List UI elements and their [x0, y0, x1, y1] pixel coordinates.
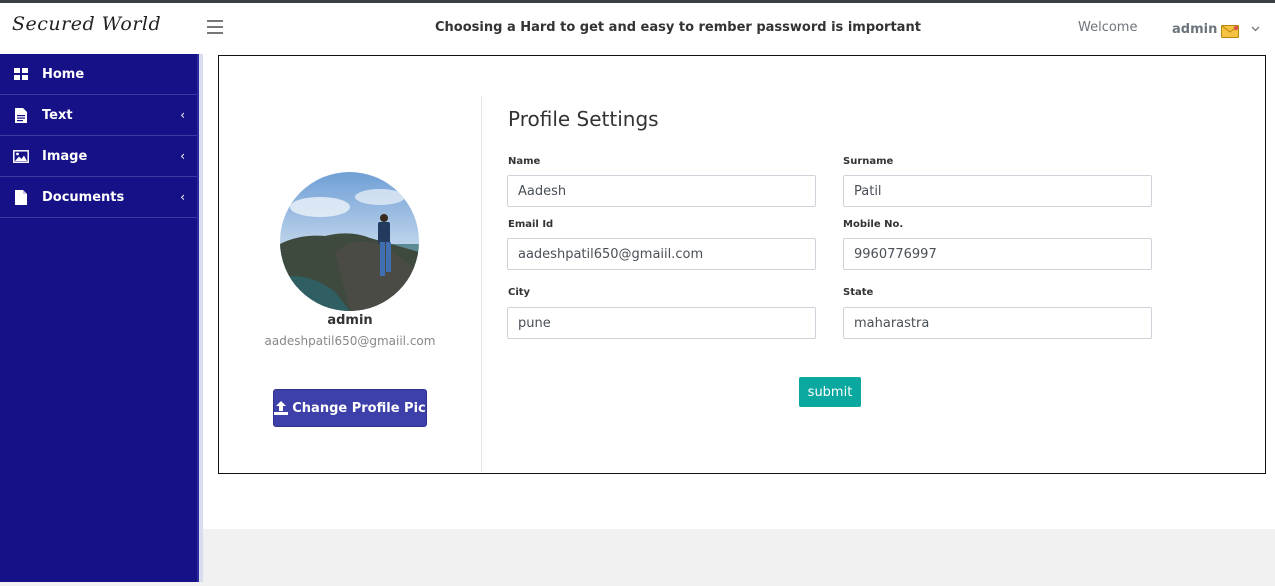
sidebar-scrollbar[interactable]	[197, 54, 203, 582]
change-profile-pic-label: Change Profile Pic	[292, 400, 426, 416]
sidebar-item-home[interactable]: Home	[0, 54, 197, 95]
file-icon	[13, 189, 29, 205]
upload-icon	[274, 401, 289, 415]
sidebar-item-text[interactable]: Text ‹	[0, 95, 197, 136]
welcome-text: Welcome	[1078, 20, 1138, 35]
surname-input[interactable]	[843, 175, 1152, 207]
avatar	[280, 172, 419, 311]
state-input[interactable]	[843, 307, 1152, 339]
hamburger-menu-icon[interactable]	[207, 20, 225, 34]
profile-email: aadeshpatil650@gmaiil.com	[264, 334, 436, 348]
envelope-icon	[1221, 23, 1240, 38]
change-profile-pic-button[interactable]: Change Profile Pic	[273, 389, 427, 427]
user-name: admin	[1172, 21, 1218, 37]
submit-button[interactable]: submit	[799, 377, 861, 407]
main-footer-area	[203, 529, 1275, 586]
card-divider	[481, 96, 482, 472]
chevron-left-icon: ‹	[180, 190, 185, 204]
chevron-left-icon: ‹	[180, 149, 185, 163]
password-notice: Choosing a Hard to get and easy to rembe…	[435, 20, 921, 35]
app-logo[interactable]: Secured World	[12, 13, 161, 35]
email-label: Email Id	[508, 219, 554, 230]
profile-name: admin	[327, 313, 373, 328]
sidebar-item-documents[interactable]: Documents ‹	[0, 177, 197, 218]
sidebar-item-label: Home	[42, 66, 85, 82]
surname-label: Surname	[843, 156, 894, 167]
bottom-border	[0, 582, 1275, 586]
image-icon	[13, 148, 29, 164]
sidebar: Home Text ‹ Image ‹ Documents ‹	[0, 54, 197, 582]
city-label: City	[508, 287, 531, 298]
chevron-left-icon: ‹	[180, 108, 185, 122]
top-header: Secured World Choosing a Hard to get and…	[0, 3, 1275, 54]
name-label: Name	[508, 156, 541, 167]
city-input[interactable]	[507, 307, 816, 339]
sidebar-item-label: Text	[42, 107, 73, 123]
mobile-label: Mobile No.	[843, 219, 904, 230]
name-input[interactable]	[507, 175, 816, 207]
user-menu[interactable]: admin	[1172, 18, 1260, 40]
email-input[interactable]	[507, 238, 816, 270]
file-text-icon	[13, 107, 29, 123]
grid-icon	[13, 66, 29, 82]
page-title: Profile Settings	[508, 107, 659, 131]
profile-card: admin aadeshpatil650@gmaiil.com Change P…	[218, 55, 1266, 474]
sidebar-item-image[interactable]: Image ‹	[0, 136, 197, 177]
sidebar-item-label: Image	[42, 148, 88, 164]
mobile-input[interactable]	[843, 238, 1152, 270]
chevron-down-icon	[1251, 24, 1260, 35]
sidebar-item-label: Documents	[42, 189, 125, 205]
state-label: State	[843, 287, 874, 298]
